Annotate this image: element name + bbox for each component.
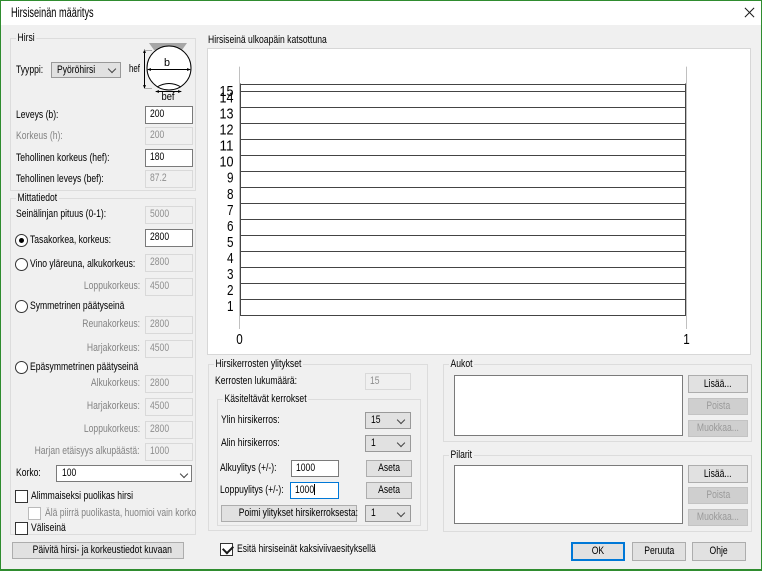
- svg-text:6: 6: [227, 218, 234, 235]
- svg-text:1: 1: [683, 331, 690, 348]
- svg-text:11: 11: [220, 138, 234, 155]
- svg-text:13: 13: [220, 106, 234, 123]
- svg-text:8: 8: [227, 186, 234, 203]
- svg-text:15: 15: [220, 83, 234, 100]
- svg-text:7: 7: [227, 202, 234, 219]
- svg-text:bef: bef: [162, 91, 176, 102]
- svg-text:1: 1: [227, 298, 234, 315]
- svg-text:0: 0: [236, 331, 243, 348]
- svg-text:4: 4: [227, 250, 234, 267]
- svg-text:9: 9: [227, 170, 234, 187]
- svg-text:hef: hef: [129, 63, 141, 75]
- svg-text:10: 10: [220, 154, 234, 171]
- svg-text:5: 5: [227, 234, 234, 251]
- svg-text:b: b: [164, 57, 170, 69]
- svg-text:2: 2: [227, 282, 234, 299]
- svg-text:3: 3: [227, 266, 234, 283]
- svg-text:12: 12: [220, 122, 234, 139]
